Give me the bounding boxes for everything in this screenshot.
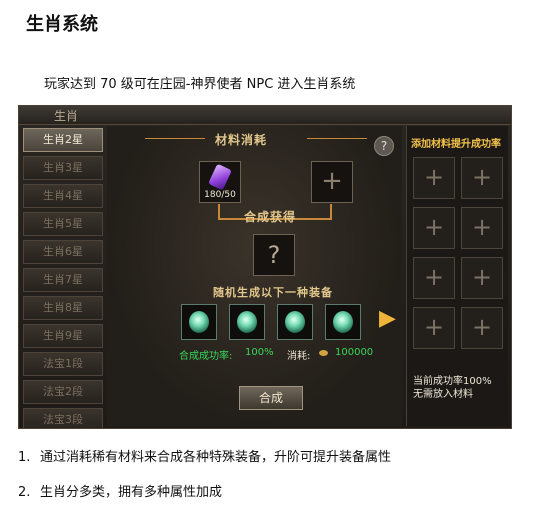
jade-icon	[189, 311, 209, 333]
success-rate-value: 100%	[245, 347, 274, 358]
bonus-panel-title: 添加材料提升成功率	[411, 139, 501, 150]
tab-zodiac-8[interactable]: 生肖8星	[23, 296, 103, 320]
bonus-slot[interactable]: +	[413, 257, 455, 299]
bonus-slot[interactable]: +	[461, 307, 503, 349]
combine-button[interactable]: 合成	[239, 386, 303, 410]
list-item: 1. 通过消耗稀有材料来合成各种特殊装备，升阶可提升装备属性	[18, 446, 391, 465]
jade-icon	[333, 311, 353, 333]
plus-icon: +	[423, 163, 445, 191]
list-text: 生肖分多类，拥有多种属性加成	[40, 485, 223, 500]
tab-zodiac-9[interactable]: 生肖9星	[23, 324, 103, 348]
plus-icon: +	[423, 313, 445, 341]
synthesis-label: 合成获得	[244, 210, 297, 224]
list-number: 1.	[18, 450, 31, 465]
tab-zodiac-6[interactable]: 生肖6星	[23, 240, 103, 264]
random-label: 随机生成以下一种装备	[213, 286, 333, 299]
bonus-slot[interactable]: +	[413, 157, 455, 199]
plus-icon: +	[471, 163, 493, 191]
bonus-slot[interactable]: +	[461, 157, 503, 199]
zodiac-window: 生肖 生肖2星 生肖3星 生肖4星 生肖5星 生肖6星 生肖7星 生肖8星 生肖…	[18, 105, 512, 429]
no-material-note: 无需放入材料	[413, 389, 473, 400]
bonus-slot[interactable]: +	[413, 307, 455, 349]
cost-value: 100000	[335, 347, 374, 358]
window-title-bar: 生肖	[19, 106, 511, 125]
equipment-slot[interactable]	[325, 304, 361, 340]
list-text: 通过消耗稀有材料来合成各种特殊装备，升阶可提升装备属性	[40, 450, 392, 465]
gold-coin-icon	[319, 350, 328, 356]
question-icon: ?	[267, 241, 281, 269]
equipment-slot[interactable]	[181, 304, 217, 340]
equipment-slot[interactable]	[277, 304, 313, 340]
connector	[218, 204, 220, 218]
crystal-icon	[208, 163, 232, 191]
plus-icon: +	[471, 213, 493, 241]
plus-icon: +	[321, 166, 343, 196]
tab-list: 生肖2星 生肖3星 生肖4星 生肖5星 生肖6星 生肖7星 生肖8星 生肖9星 …	[23, 128, 103, 428]
intro-text: 玩家达到 70 级可在庄园-神界使者 NPC 进入生肖系统	[44, 77, 356, 92]
bonus-slot[interactable]: +	[461, 257, 503, 299]
plus-icon: +	[423, 213, 445, 241]
material-slot[interactable]: 180/50	[199, 161, 241, 203]
success-rate-label: 合成成功率:	[179, 351, 233, 362]
connector	[330, 204, 332, 218]
window-title: 生肖	[54, 109, 79, 123]
cost-label: 消耗:	[287, 351, 311, 362]
equipment-slot[interactable]	[229, 304, 265, 340]
tab-zodiac-3[interactable]: 生肖3星	[23, 156, 103, 180]
tab-zodiac-7[interactable]: 生肖7星	[23, 268, 103, 292]
bonus-slot[interactable]: +	[461, 207, 503, 249]
jade-icon	[285, 311, 305, 333]
material-count: 180/50	[204, 190, 236, 200]
result-slot: ?	[253, 234, 295, 276]
tab-zodiac-5[interactable]: 生肖5星	[23, 212, 103, 236]
materials-label: 材料消耗	[215, 133, 268, 147]
plus-icon: +	[471, 313, 493, 341]
list-number: 2.	[18, 485, 31, 500]
list-item: 2. 生肖分多类，拥有多种属性加成	[18, 481, 222, 500]
bonus-material-panel: 添加材料提升成功率 + + + + + + + + 当前成功率100% 无需放入…	[406, 126, 508, 426]
tab-treasure-2[interactable]: 法宝2段	[23, 380, 103, 404]
divider	[145, 138, 205, 139]
tab-treasure-3[interactable]: 法宝3段	[23, 408, 103, 428]
tab-zodiac-4[interactable]: 生肖4星	[23, 184, 103, 208]
next-arrow-icon[interactable]: ▶	[379, 306, 396, 331]
page-title: 生肖系统	[26, 14, 98, 35]
tab-zodiac-2[interactable]: 生肖2星	[23, 128, 103, 152]
jade-icon	[237, 311, 257, 333]
plus-icon: +	[471, 263, 493, 291]
material-slot-empty[interactable]: +	[311, 161, 353, 203]
help-icon[interactable]: ?	[374, 136, 394, 156]
plus-icon: +	[423, 263, 445, 291]
synthesis-panel: 材料消耗 ? 180/50 + 合成获得 ? 随机生成以下一种装备 ▶ 合成成功…	[107, 126, 402, 426]
bonus-slot[interactable]: +	[413, 207, 455, 249]
tab-treasure-1[interactable]: 法宝1段	[23, 352, 103, 376]
divider	[307, 138, 367, 139]
